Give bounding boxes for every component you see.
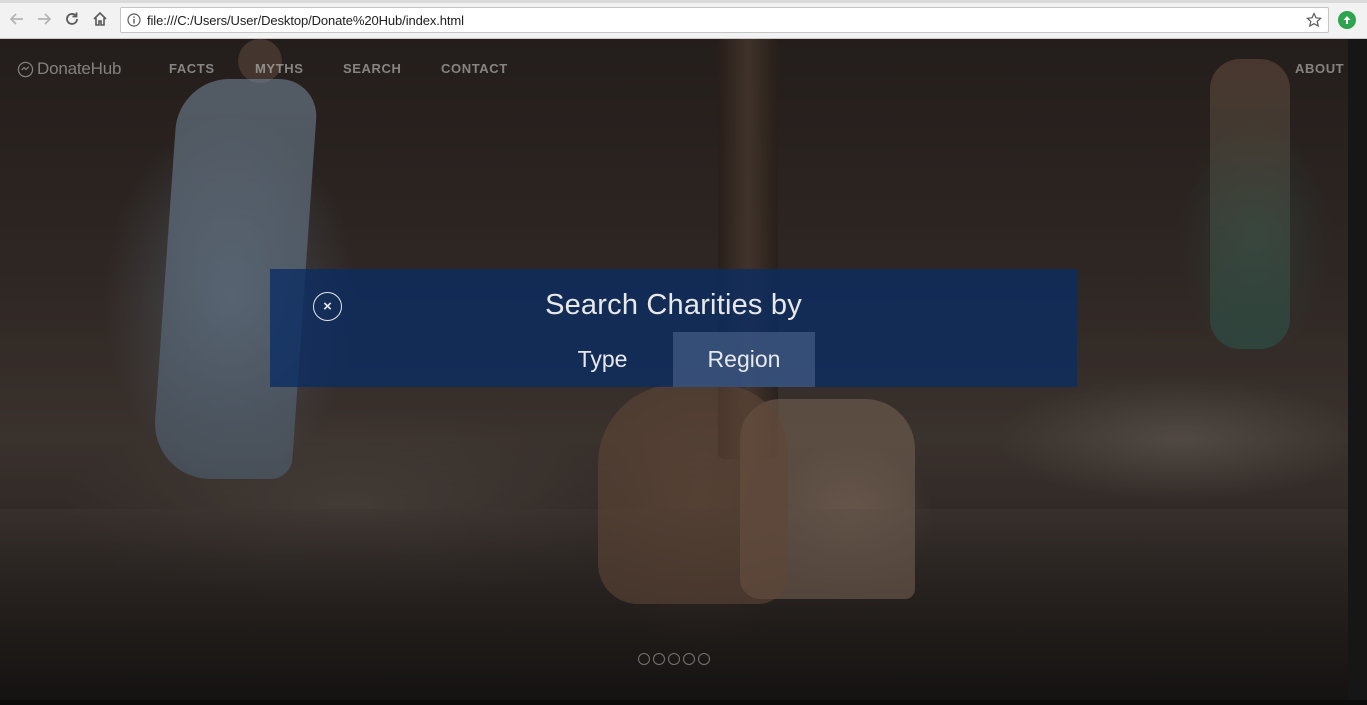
carousel-indicators bbox=[638, 653, 710, 665]
tab-strip bbox=[0, 0, 1367, 3]
logo-icon bbox=[17, 61, 34, 77]
carousel-dot-2[interactable] bbox=[653, 653, 665, 665]
logo-text: DonateHub bbox=[37, 59, 122, 78]
bookmark-star-icon[interactable] bbox=[1306, 12, 1322, 33]
nav-myths[interactable]: MYTHS bbox=[255, 61, 304, 76]
nav-facts[interactable]: FACTS bbox=[169, 61, 215, 76]
browser-toolbar: file:///C:/Users/User/Desktop/Donate%20H… bbox=[0, 0, 1367, 39]
nav-search[interactable]: SEARCH bbox=[343, 61, 402, 76]
reload-icon[interactable] bbox=[62, 9, 82, 29]
carousel-dot-5[interactable] bbox=[698, 653, 710, 665]
back-arrow-icon[interactable] bbox=[7, 9, 27, 29]
search-by-type-button[interactable]: Type bbox=[560, 332, 645, 387]
person-right bbox=[1210, 59, 1290, 349]
carousel-dot-4[interactable] bbox=[683, 653, 695, 665]
carousel-dot-3[interactable] bbox=[668, 653, 680, 665]
site-navbar: DonateHub FACTS MYTHS SEARCH CONTACT ABO… bbox=[0, 39, 1348, 97]
extension-icon[interactable] bbox=[1338, 11, 1356, 29]
search-charities-modal: × Search Charities by Type Region bbox=[270, 269, 1077, 387]
page-scrollbar[interactable] bbox=[1348, 39, 1367, 705]
nav-about[interactable]: ABOUT bbox=[1295, 61, 1344, 76]
search-by-region-button[interactable]: Region bbox=[673, 332, 815, 387]
modal-title: Search Charities by bbox=[545, 289, 802, 321]
info-icon[interactable] bbox=[127, 13, 141, 32]
seated-child bbox=[598, 384, 788, 604]
bottom-edge bbox=[0, 700, 1367, 705]
address-bar[interactable]: file:///C:/Users/User/Desktop/Donate%20H… bbox=[120, 7, 1329, 33]
carousel-dot-1[interactable] bbox=[638, 653, 650, 665]
nav-contact[interactable]: CONTACT bbox=[441, 61, 508, 76]
url-text: file:///C:/Users/User/Desktop/Donate%20H… bbox=[147, 13, 464, 28]
site-logo[interactable]: DonateHub bbox=[17, 59, 121, 79]
home-icon[interactable] bbox=[90, 9, 110, 29]
forward-arrow-icon[interactable] bbox=[34, 9, 54, 29]
